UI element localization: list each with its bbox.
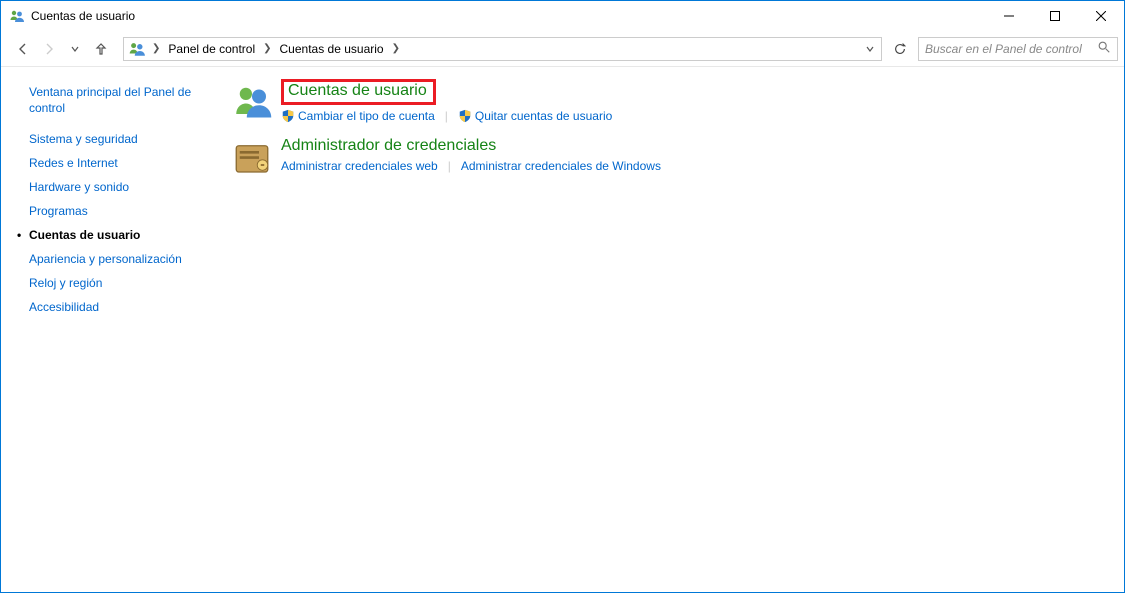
navigation-bar: ❯ Panel de control ❯ Cuentas de usuario … <box>1 31 1124 67</box>
user-accounts-icon <box>231 79 273 121</box>
user-accounts-icon <box>128 40 146 58</box>
category-links: Administrar credenciales web | Administrar… <box>281 159 661 173</box>
category-sublink[interactable]: Administrar credenciales de Windows <box>461 159 661 173</box>
link-separator: | <box>448 159 451 173</box>
main-panel: Cuentas de usuario Cambiar el tipo de cue… <box>211 67 1124 592</box>
link-label: Cambiar el tipo de cuenta <box>298 109 435 123</box>
address-history-dropdown[interactable] <box>861 38 879 60</box>
category-body: Cuentas de usuario Cambiar el tipo de cue… <box>281 79 612 123</box>
minimize-button[interactable] <box>986 1 1032 31</box>
credential-manager-icon <box>231 137 273 179</box>
link-label: Administrar credenciales de Windows <box>461 159 661 173</box>
search-icon <box>1097 40 1111 57</box>
back-button[interactable] <box>11 37 35 61</box>
category-title-link[interactable]: Administrador de credenciales <box>281 137 496 155</box>
content-area: Ventana principal del Panel de control S… <box>1 67 1124 592</box>
sidebar: Ventana principal del Panel de control S… <box>1 67 211 592</box>
category-section: Cuentas de usuario Cambiar el tipo de cue… <box>231 79 1104 123</box>
chevron-right-icon[interactable]: ❯ <box>261 38 273 60</box>
control-panel-window: Cuentas de usuario ❯ Panel de control ❯ … <box>0 0 1125 593</box>
sidebar-item[interactable]: Cuentas de usuario <box>29 228 201 242</box>
window-title: Cuentas de usuario <box>31 9 135 23</box>
sidebar-item[interactable]: Reloj y región <box>29 276 201 290</box>
forward-button[interactable] <box>37 37 61 61</box>
category-sublink[interactable]: Quitar cuentas de usuario <box>458 109 612 123</box>
link-label: Administrar credenciales web <box>281 159 438 173</box>
category-body: Administrador de credenciales Administrar… <box>281 137 661 173</box>
close-button[interactable] <box>1078 1 1124 31</box>
breadcrumb-item[interactable]: Panel de control <box>162 38 261 60</box>
maximize-button[interactable] <box>1032 1 1078 31</box>
link-separator: | <box>445 109 448 123</box>
breadcrumb-item[interactable]: Cuentas de usuario <box>274 38 390 60</box>
sidebar-item[interactable]: Accesibilidad <box>29 300 201 314</box>
refresh-button[interactable] <box>888 37 912 61</box>
chevron-right-icon[interactable]: ❯ <box>150 38 162 60</box>
sidebar-item[interactable]: Programas <box>29 204 201 218</box>
category-sublink[interactable]: Administrar credenciales web <box>281 159 438 173</box>
recent-locations-dropdown[interactable] <box>63 37 87 61</box>
category-sublink[interactable]: Cambiar el tipo de cuenta <box>281 109 435 123</box>
category-links: Cambiar el tipo de cuenta | Quitar cuentas… <box>281 109 612 123</box>
sidebar-item[interactable]: Sistema y seguridad <box>29 132 201 146</box>
chevron-right-icon[interactable]: ❯ <box>390 38 402 60</box>
address-bar[interactable]: ❯ Panel de control ❯ Cuentas de usuario … <box>123 37 882 61</box>
user-accounts-icon <box>9 8 25 24</box>
link-label: Quitar cuentas de usuario <box>475 109 612 123</box>
control-panel-home-link[interactable]: Ventana principal del Panel de control <box>29 85 201 116</box>
sidebar-item[interactable]: Redes e Internet <box>29 156 201 170</box>
up-button[interactable] <box>89 37 113 61</box>
category-section: Administrador de credenciales Administrar… <box>231 137 1104 179</box>
search-box[interactable] <box>918 37 1118 61</box>
category-title-link[interactable]: Cuentas de usuario <box>281 79 436 105</box>
titlebar: Cuentas de usuario <box>1 1 1124 31</box>
sidebar-item[interactable]: Apariencia y personalización <box>29 252 201 266</box>
search-input[interactable] <box>925 42 1097 56</box>
sidebar-item[interactable]: Hardware y sonido <box>29 180 201 194</box>
